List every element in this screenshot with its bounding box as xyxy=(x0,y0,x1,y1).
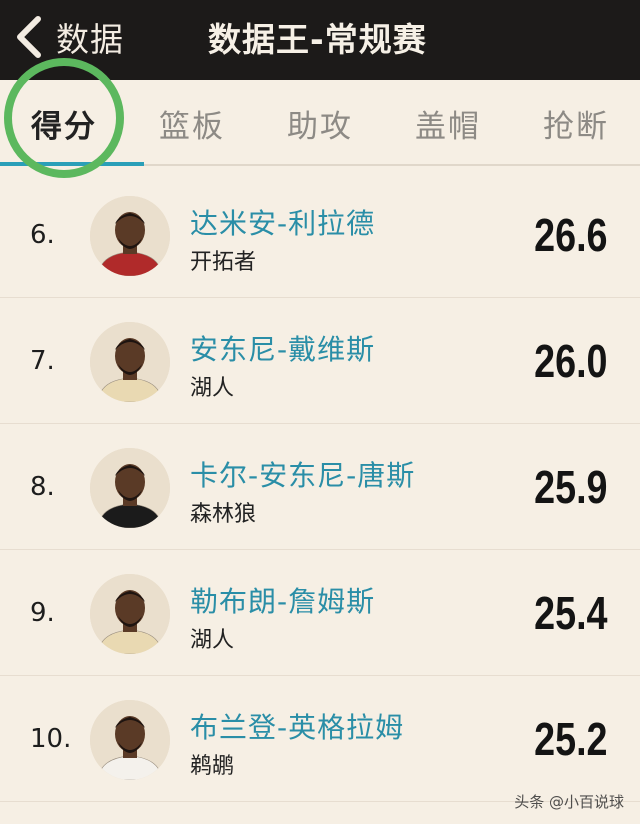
top-bar: 数据 数据王-常规赛 xyxy=(0,0,640,80)
list-item[interactable]: 6. 达米安-利拉德 开拓者 26.6 xyxy=(0,172,640,298)
player-points: 25.4 xyxy=(534,587,608,639)
stat-tabs: 得分 篮板 助攻 盖帽 抢断 xyxy=(0,80,640,166)
player-name[interactable]: 安东尼-戴维斯 xyxy=(190,328,375,368)
player-name[interactable]: 卡尔-安东尼-唐斯 xyxy=(190,454,415,494)
player-team: 森林狼 xyxy=(190,502,257,527)
player-name[interactable]: 勒布朗-詹姆斯 xyxy=(190,580,375,620)
tab-points[interactable]: 得分 xyxy=(0,80,128,166)
list-item[interactable]: 8. 卡尔-安东尼-唐斯 森林狼 25.9 xyxy=(0,424,640,550)
player-team: 湖人 xyxy=(190,628,235,653)
player-rank: 9. xyxy=(30,598,55,628)
player-points: 25.2 xyxy=(534,713,608,765)
player-rank: 8. xyxy=(30,472,55,502)
back-button[interactable]: 数据 xyxy=(14,12,124,62)
player-name[interactable]: 达米安-利拉德 xyxy=(190,202,375,242)
tab-blocks[interactable]: 盖帽 xyxy=(384,80,512,166)
player-points: 26.6 xyxy=(534,209,608,261)
list-item[interactable]: 10. 布兰登-英格拉姆 鹈鹕 25.2 xyxy=(0,676,640,802)
player-avatar xyxy=(90,448,170,528)
player-team: 开拓者 xyxy=(190,250,257,275)
tab-steals[interactable]: 抢断 xyxy=(512,80,640,166)
player-points: 25.9 xyxy=(534,461,608,513)
player-rank: 6. xyxy=(30,220,55,250)
player-team: 鹈鹕 xyxy=(190,754,235,779)
tab-assists[interactable]: 助攻 xyxy=(256,80,384,166)
page-title: 数据王-常规赛 xyxy=(208,20,427,59)
tab-rebounds[interactable]: 篮板 xyxy=(128,80,256,166)
player-rank: 10. xyxy=(30,724,72,754)
player-avatar xyxy=(90,322,170,402)
player-avatar xyxy=(90,196,170,276)
watermark: 头条 @小百说球 xyxy=(514,793,624,811)
player-name[interactable]: 布兰登-英格拉姆 xyxy=(190,706,404,746)
player-points: 26.0 xyxy=(534,335,608,387)
list-item[interactable]: 7. 安东尼-戴维斯 湖人 26.0 xyxy=(0,298,640,424)
back-label: 数据 xyxy=(56,20,124,59)
player-rank: 7. xyxy=(30,346,55,376)
player-avatar xyxy=(90,574,170,654)
chevron-left-icon xyxy=(17,16,41,58)
list-item[interactable]: 9. 勒布朗-詹姆斯 湖人 25.4 xyxy=(0,550,640,676)
active-tab-indicator xyxy=(0,162,144,166)
player-team: 湖人 xyxy=(190,376,235,401)
player-avatar xyxy=(90,700,170,780)
